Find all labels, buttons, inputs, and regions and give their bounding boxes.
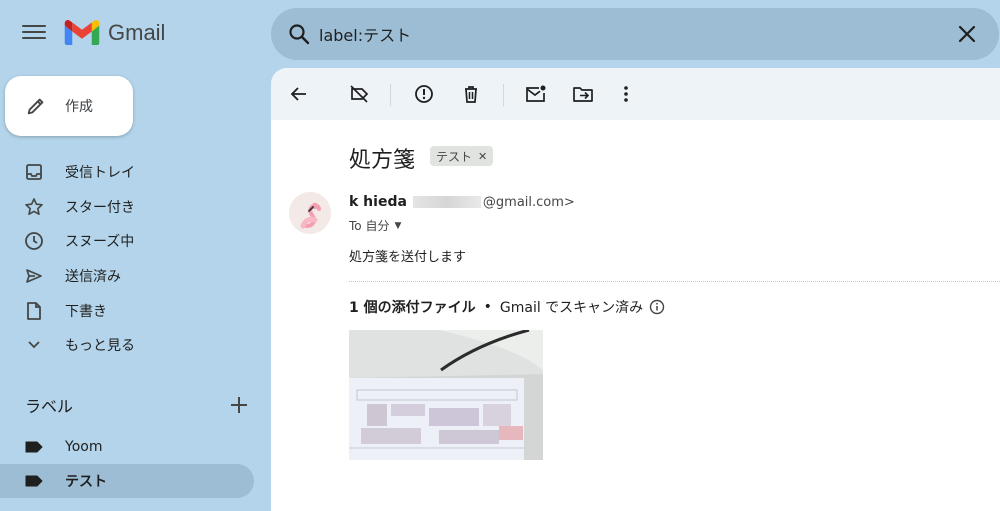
gmail-logo[interactable]: Gmail	[64, 18, 165, 48]
attachment-count: 1 個の添付ファイル	[349, 300, 476, 316]
more-vert-icon	[624, 86, 628, 102]
mark-unread-button[interactable]	[524, 82, 548, 106]
pencil-icon	[27, 98, 44, 115]
attachment-thumbnail[interactable]	[349, 330, 543, 460]
compose-button[interactable]: 作成	[5, 76, 133, 136]
move-to-button[interactable]	[571, 82, 595, 106]
arrow-left-icon	[290, 87, 306, 101]
sidebar-item-starred[interactable]: スター付き	[0, 190, 256, 224]
label-chip-text: テスト	[436, 149, 473, 164]
trash-icon	[465, 86, 477, 103]
report-spam-button[interactable]	[412, 82, 436, 106]
caret-down-icon: ▼	[394, 220, 402, 231]
more-options-button[interactable]	[614, 82, 638, 106]
sidebar-item-label: 下書き	[65, 303, 107, 320]
sidebar-item-label: スヌーズ中	[65, 234, 135, 251]
sidebar-item-inbox[interactable]: 受信トレイ	[0, 155, 256, 189]
search-icon[interactable]	[287, 22, 311, 46]
sender-name[interactable]: k hieda	[349, 194, 407, 210]
sidebar-item-label: 送信済み	[65, 269, 121, 286]
label-icon	[25, 475, 43, 487]
redacted-email-block	[412, 196, 481, 208]
attachment-header: 1 個の添付ファイル • Gmail でスキャン済み	[349, 297, 665, 317]
info-icon[interactable]	[649, 299, 665, 315]
chevron-down-icon	[24, 335, 44, 355]
message-pane: 処方箋 テスト ✕ k hieda @gmail.com> To 自分 ▼ 処方…	[271, 68, 1000, 511]
gmail-logo-text: Gmail	[108, 20, 166, 45]
remove-label-chip-icon[interactable]: ✕	[478, 150, 487, 163]
sidebar-item-label: スター付き	[65, 199, 135, 216]
recipient-text: To 自分	[349, 219, 390, 233]
gmail-m-icon	[64, 20, 100, 45]
sidebar-item-label: 受信トレイ	[65, 165, 135, 181]
flamingo-avatar-icon	[289, 192, 331, 234]
separator-dot: •	[483, 299, 492, 315]
back-button[interactable]	[287, 82, 311, 106]
sidebar-nav: 受信トレイ スター付き スヌーズ中 送信済み 下書き もっと見る	[0, 155, 256, 363]
recipient-details-toggle[interactable]: To 自分 ▼	[349, 217, 401, 234]
message-body: 処方箋を送付します	[349, 250, 467, 265]
labels-header: ラベル	[25, 393, 250, 417]
star-icon	[24, 197, 44, 217]
sender-line: k hieda @gmail.com>	[349, 194, 575, 210]
sidebar-item-sent[interactable]: 送信済み	[0, 259, 256, 293]
sidebar-label-test[interactable]: テスト	[0, 464, 254, 498]
sidebar-label-text: テスト	[65, 474, 107, 490]
add-label-icon[interactable]	[228, 394, 250, 416]
prescription-photo-image	[349, 330, 543, 460]
label-off-icon	[350, 85, 369, 103]
toolbar-divider	[390, 84, 391, 106]
sidebar-item-drafts[interactable]: 下書き	[0, 294, 256, 328]
sidebar-item-label: もっと見る	[65, 338, 135, 355]
delete-button[interactable]	[459, 82, 483, 106]
mark-unread-icon	[526, 85, 546, 102]
label-icon	[25, 441, 43, 453]
remove-label-button[interactable]	[347, 82, 371, 106]
report-icon	[415, 85, 433, 103]
sender-avatar[interactable]	[289, 192, 331, 234]
message-subject: 処方箋	[349, 148, 416, 173]
message-toolbar	[271, 68, 1000, 120]
sender-email: @gmail.com>	[482, 194, 575, 210]
clear-search-icon[interactable]	[955, 22, 979, 46]
labels-title: ラベル	[25, 397, 74, 416]
search-input[interactable]	[319, 20, 919, 48]
toolbar-divider	[503, 84, 504, 106]
scan-status: Gmail でスキャン済み	[499, 300, 644, 316]
clock-icon	[24, 231, 44, 251]
send-icon	[24, 266, 44, 286]
search-bar[interactable]	[271, 8, 999, 60]
main-menu-button[interactable]	[22, 22, 46, 46]
label-chip[interactable]: テスト ✕	[430, 146, 494, 166]
sidebar-label-text: Yoom	[65, 439, 103, 455]
sidebar-label-yoom[interactable]: Yoom	[0, 430, 254, 464]
sidebar-item-more[interactable]: もっと見る	[0, 328, 256, 362]
compose-label: 作成	[65, 99, 93, 115]
draft-icon	[24, 301, 44, 321]
sidebar-item-snoozed[interactable]: スヌーズ中	[0, 224, 256, 258]
inbox-icon	[24, 162, 44, 182]
attachment-divider	[349, 281, 1000, 282]
move-to-folder-icon	[573, 87, 593, 102]
